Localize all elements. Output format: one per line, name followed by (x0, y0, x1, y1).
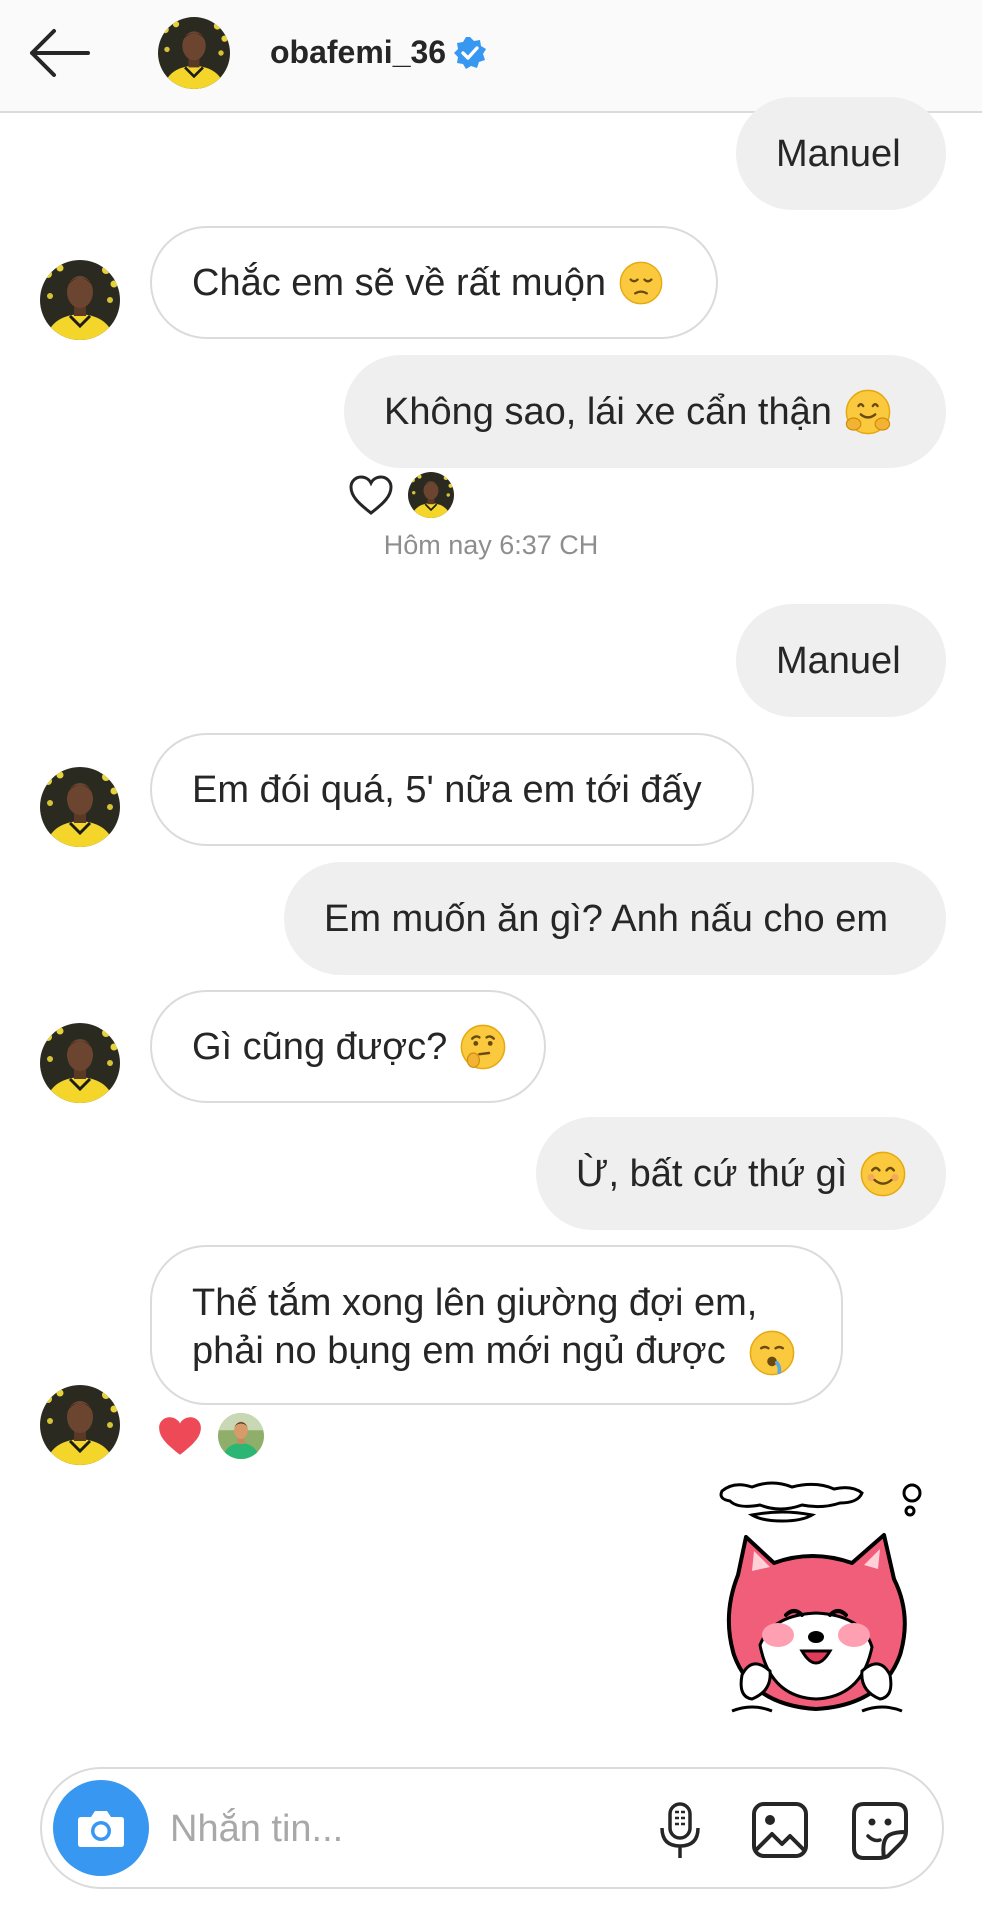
message-text: Manuel (776, 132, 901, 175)
message-text: Em đói quá, 5' nữa em tới đấy (192, 768, 702, 811)
thinking-face-icon (459, 1023, 507, 1071)
message-input[interactable] (168, 1795, 632, 1863)
message-sent[interactable]: Em muốn ăn gì? Anh nấu cho em (284, 862, 946, 975)
sticker-button[interactable] (848, 1798, 912, 1862)
reactor-avatar[interactable] (408, 472, 454, 518)
microphone-button[interactable] (648, 1798, 712, 1862)
image-gallery-icon (752, 1802, 808, 1858)
camera-button[interactable] (53, 1780, 149, 1876)
message-sent[interactable]: Ừ, bất cứ thứ gì (536, 1117, 946, 1230)
message-text-line-2: phải no bụng em mới ngủ được (192, 1327, 801, 1377)
heart-filled-icon[interactable] (156, 1414, 204, 1458)
message-text: Không sao, lái xe cẩn thận (384, 390, 832, 433)
gallery-button[interactable] (748, 1798, 812, 1862)
sticker-icon (852, 1802, 908, 1860)
message-text: Manuel (776, 639, 901, 682)
message-received[interactable]: Chắc em sẽ về rất muộn (150, 226, 718, 339)
avatar[interactable] (40, 767, 120, 847)
arrow-left-icon (30, 29, 90, 77)
smiling-face-icon (859, 1150, 907, 1198)
avatar[interactable] (40, 1023, 120, 1103)
message-text: Gì cũng được? (192, 1025, 448, 1068)
back-button[interactable] (26, 26, 92, 80)
reaction-row (156, 1412, 264, 1460)
hugging-face-icon (844, 388, 892, 436)
message-text-line: Thế tắm xong lên giường đợi em, (192, 1282, 758, 1324)
message-received[interactable]: Gì cũng được? (150, 990, 546, 1103)
pink-fox-sticker[interactable] (712, 1475, 932, 1735)
message-sent[interactable]: Manuel (736, 97, 946, 210)
message-composer (40, 1767, 944, 1889)
avatar[interactable] (40, 260, 120, 340)
timestamp: Hôm nay 6:37 CH (383, 530, 599, 560)
heart-outline-icon[interactable] (348, 474, 394, 516)
header-username-row[interactable]: obafemi_36 (270, 34, 488, 71)
message-text: Chắc em sẽ về rất muộn (192, 261, 606, 304)
verified-badge-icon (454, 36, 487, 69)
reactor-avatar[interactable] (218, 1413, 264, 1459)
avatar[interactable] (40, 1385, 120, 1465)
message-sent[interactable]: Không sao, lái xe cẩn thận (344, 355, 946, 468)
drooling-face-icon (748, 1329, 796, 1377)
message-received[interactable]: Em đói quá, 5' nữa em tới đấy (150, 733, 754, 846)
message-text: phải no bụng em mới ngủ được (192, 1330, 726, 1372)
message-sent[interactable]: Manuel (736, 604, 946, 717)
username[interactable]: obafemi_36 (270, 34, 446, 71)
message-text: Em muốn ăn gì? Anh nấu cho em (324, 897, 889, 940)
pensive-face-icon (618, 260, 664, 306)
header-avatar[interactable] (158, 17, 230, 89)
microphone-icon (660, 1802, 700, 1858)
reaction-row (348, 472, 454, 518)
camera-icon (78, 1811, 124, 1847)
message-received[interactable]: Thế tắm xong lên giường đợi em, phải no … (150, 1245, 843, 1405)
message-text: Ừ, bất cứ thứ gì (576, 1152, 848, 1195)
